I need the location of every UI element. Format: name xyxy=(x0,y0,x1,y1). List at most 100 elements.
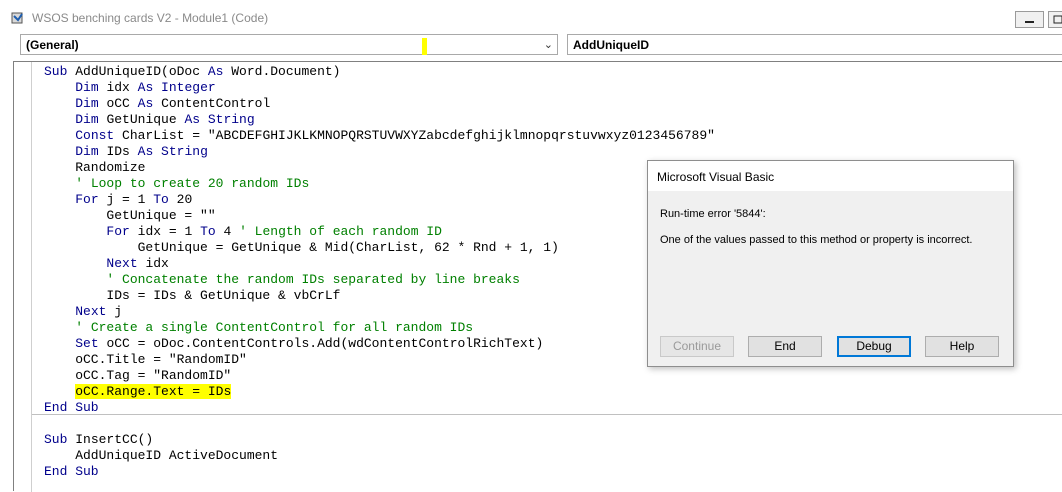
code-line[interactable]: For j = 1 To 20 xyxy=(44,192,715,208)
code-line[interactable]: oCC.Title = "RandomID" xyxy=(44,352,715,368)
chevron-down-icon[interactable]: ⌄ xyxy=(544,38,553,51)
code-token: j = 1 xyxy=(106,192,154,207)
code-line[interactable]: Sub AddUniqueID(oDoc As Word.Document) xyxy=(44,64,715,80)
code-token: 4 xyxy=(223,224,240,239)
continue-button[interactable]: Continue xyxy=(660,336,734,357)
code-line[interactable] xyxy=(44,416,715,432)
code-keyword: For xyxy=(75,192,107,207)
code-token: GetUnique = GetUnique & Mid(CharList, 62… xyxy=(44,240,559,255)
dialog-titlebar: Microsoft Visual Basic xyxy=(648,161,1013,191)
code-token: idx xyxy=(145,256,169,271)
code-line[interactable]: Set oCC = oDoc.ContentControls.Add(wdCon… xyxy=(44,336,715,352)
object-combo[interactable]: (General) ⌄ xyxy=(20,34,558,55)
code-token: CharList = "ABCDEFGHIJKLKMNOPQRSTUVWXYZa… xyxy=(122,128,715,143)
code-line[interactable]: Dim oCC As ContentControl xyxy=(44,96,715,112)
code-keyword: Set xyxy=(75,336,107,351)
error-line-highlight: oCC.Range.Text = IDs xyxy=(75,384,232,399)
code-keyword: Dim xyxy=(75,96,107,111)
minimize-icon xyxy=(1025,21,1034,23)
code-keyword: Const xyxy=(75,128,123,143)
procedure-combo[interactable]: AddUniqueID xyxy=(567,34,1062,55)
code-line[interactable]: ' Loop to create 20 random IDs xyxy=(44,176,715,192)
text-cursor-highlight xyxy=(422,38,427,55)
code-text[interactable]: Sub AddUniqueID(oDoc As Word.Document) D… xyxy=(44,64,715,480)
code-line[interactable]: Dim IDs As String xyxy=(44,144,715,160)
error-message: One of the values passed to this method … xyxy=(660,234,973,246)
code-line[interactable]: Next idx xyxy=(44,256,715,272)
code-line[interactable]: IDs = IDs & GetUnique & vbCrLf xyxy=(44,288,715,304)
code-keyword: For xyxy=(106,224,138,239)
code-line[interactable]: Dim idx As Integer xyxy=(44,80,715,96)
code-token: AddUniqueID(oDoc xyxy=(75,64,208,79)
object-combo-value: (General) xyxy=(26,38,79,52)
code-token: InsertCC() xyxy=(75,432,154,447)
code-line[interactable]: Const CharList = "ABCDEFGHIJKLKMNOPQRSTU… xyxy=(44,128,715,144)
code-line[interactable]: For idx = 1 To 4 ' Length of each random… xyxy=(44,224,715,240)
code-line[interactable]: GetUnique = "" xyxy=(44,208,715,224)
code-line[interactable]: Sub InsertCC() xyxy=(44,432,715,448)
minimize-button[interactable] xyxy=(1015,11,1044,28)
code-line[interactable]: Randomize xyxy=(44,160,715,176)
code-keyword: Dim xyxy=(75,144,107,159)
code-line[interactable]: Dim GetUnique As String xyxy=(44,112,715,128)
code-comment: ' Length of each random ID xyxy=(239,224,442,239)
code-token: 20 xyxy=(176,192,193,207)
code-keyword: Dim xyxy=(75,80,107,95)
code-line[interactable]: AddUniqueID ActiveDocument xyxy=(44,448,715,464)
code-token: Word.Document) xyxy=(231,64,341,79)
error-title: Run-time error '5844': xyxy=(660,208,766,220)
code-keyword: As xyxy=(207,64,232,79)
code-line[interactable]: oCC.Tag = "RandomID" xyxy=(44,368,715,384)
dialog-title: Microsoft Visual Basic xyxy=(657,170,775,184)
debug-button[interactable]: Debug xyxy=(837,336,911,357)
code-comment: ' Loop to create 20 random IDs xyxy=(75,176,310,191)
code-line[interactable]: ' Concatenate the random IDs separated b… xyxy=(44,272,715,288)
code-line[interactable]: oCC.Range.Text = IDs xyxy=(44,384,715,400)
code-line[interactable]: End Sub xyxy=(44,464,715,480)
code-token: AddUniqueID ActiveDocument xyxy=(44,448,279,463)
code-line[interactable]: ' Create a single ContentControl for all… xyxy=(44,320,715,336)
code-token: IDs = IDs & GetUnique & vbCrLf xyxy=(44,288,341,303)
code-line[interactable]: Next j xyxy=(44,304,715,320)
end-button[interactable]: End xyxy=(748,336,822,357)
code-token: GetUnique xyxy=(106,112,185,127)
code-token: oCC = oDoc.ContentControls.Add(wdContent… xyxy=(106,336,544,351)
code-keyword: As String xyxy=(137,144,208,159)
help-button[interactable]: Help xyxy=(925,336,999,357)
code-token: ContentControl xyxy=(161,96,271,111)
code-keyword: Sub xyxy=(44,432,76,447)
code-keyword: End Sub xyxy=(44,464,99,479)
code-keyword: To xyxy=(153,192,177,207)
restore-button[interactable] xyxy=(1048,11,1062,28)
code-keyword: Dim xyxy=(75,112,107,127)
code-token: IDs xyxy=(106,144,138,159)
code-token: GetUnique = "" xyxy=(44,208,216,223)
code-token: idx xyxy=(106,80,138,95)
window-titlebar: WSOS benching cards V2 - Module1 (Code) xyxy=(0,0,1062,34)
code-token: Randomize xyxy=(44,160,146,175)
vba-editor-icon xyxy=(11,12,23,24)
code-token: idx = 1 xyxy=(137,224,201,239)
procedure-combo-value: AddUniqueID xyxy=(573,38,649,52)
code-keyword: To xyxy=(200,224,224,239)
code-token: j xyxy=(114,304,123,319)
code-keyword: Sub xyxy=(44,64,76,79)
runtime-error-dialog: Microsoft Visual Basic Run-time error '5… xyxy=(647,160,1014,367)
code-keyword: Next xyxy=(106,256,146,271)
code-keyword: As xyxy=(137,96,162,111)
window-title: WSOS benching cards V2 - Module1 (Code) xyxy=(32,11,269,25)
code-line[interactable]: End Sub xyxy=(44,400,715,416)
code-line[interactable]: GetUnique = GetUnique & Mid(CharList, 62… xyxy=(44,240,715,256)
